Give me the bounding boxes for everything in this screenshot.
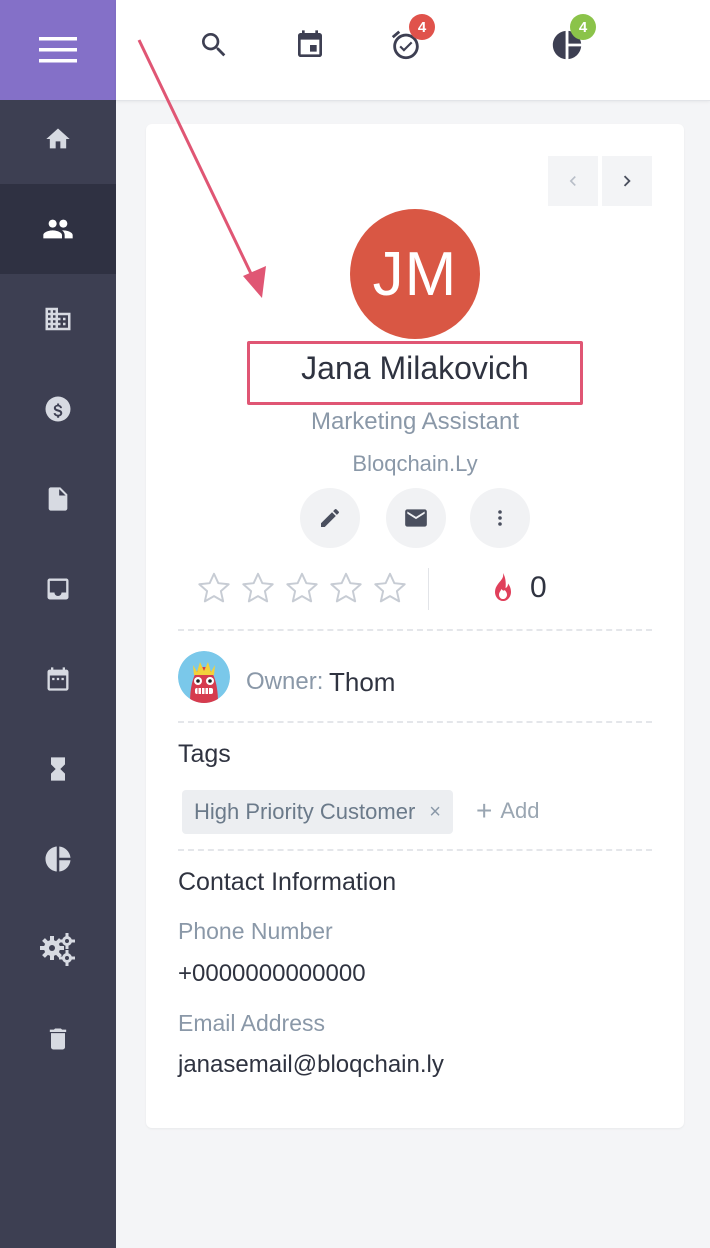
edit-contact-button[interactable] <box>300 488 360 548</box>
tags-heading: Tags <box>178 740 231 768</box>
name-highlight-box <box>247 341 583 405</box>
sidebar-item-documents[interactable] <box>0 454 116 544</box>
divider <box>178 849 652 851</box>
email-contact-button[interactable] <box>386 488 446 548</box>
star-rating[interactable] <box>196 570 408 606</box>
hamburger-icon <box>39 37 77 63</box>
search-button[interactable] <box>191 22 237 68</box>
star-icon[interactable] <box>328 570 364 606</box>
contact-company[interactable]: Bloqchain.Ly <box>146 451 684 477</box>
next-contact-button[interactable] <box>602 156 652 206</box>
calendar-icon <box>47 667 69 691</box>
divider <box>178 721 652 723</box>
sidebar-item-home[interactable] <box>0 94 116 184</box>
building-icon <box>45 307 71 331</box>
divider <box>178 629 652 631</box>
email-value[interactable]: janasemail@bloqchain.ly <box>178 1051 444 1079</box>
contact-job-title: Marketing Assistant <box>310 408 520 435</box>
phone-value[interactable]: +0000000000000 <box>178 960 366 988</box>
hamburger-menu-button[interactable] <box>0 0 116 100</box>
sidebar-item-trash[interactable] <box>0 994 116 1084</box>
tasks-badge: 4 <box>409 14 435 40</box>
hotness-value: 0 <box>530 571 547 604</box>
people-icon <box>43 219 73 239</box>
sidebar-item-deals[interactable] <box>0 364 116 454</box>
sidebar-item-calendar[interactable] <box>0 634 116 724</box>
hotness-fire-icon <box>490 572 516 607</box>
phone-label: Phone Number <box>178 918 333 944</box>
search-icon <box>202 33 226 57</box>
owner-label: Owner: <box>246 668 324 695</box>
contact-avatar: JM <box>350 209 480 339</box>
owner-avatar <box>178 651 230 703</box>
kebab-menu-icon <box>498 510 502 526</box>
chevron-right-icon <box>623 175 631 187</box>
dollar-icon <box>45 396 71 422</box>
trash-icon <box>49 1028 67 1050</box>
rating-separator <box>428 568 429 610</box>
sidebar-item-contacts[interactable] <box>0 184 116 274</box>
add-tag-label: Add <box>500 798 540 823</box>
sidebar-item-settings[interactable] <box>0 904 116 994</box>
tag-remove-icon[interactable]: × <box>429 801 441 824</box>
more-options-button[interactable] <box>470 488 530 548</box>
inbox-icon <box>47 578 69 600</box>
pencil-icon <box>321 508 340 527</box>
reports-badge: 4 <box>570 14 596 40</box>
reports-button[interactable]: 4 <box>544 14 596 68</box>
star-icon[interactable] <box>284 570 320 606</box>
sidebar-item-reports[interactable] <box>0 814 116 904</box>
calendar-button[interactable] <box>287 22 333 68</box>
star-icon[interactable] <box>372 570 408 606</box>
pie-chart-icon <box>45 846 71 872</box>
contact-card: JM Jana Milakovich Marketing Assistant B… <box>146 124 684 1128</box>
email-label: Email Address <box>178 1010 326 1036</box>
sidebar-item-companies[interactable] <box>0 274 116 364</box>
star-icon[interactable] <box>240 570 276 606</box>
previous-contact-button[interactable] <box>548 156 598 206</box>
sidebar <box>0 0 116 1248</box>
tag-label: High Priority Customer <box>194 799 416 824</box>
calendar-event-icon <box>298 30 322 57</box>
star-icon[interactable] <box>196 570 232 606</box>
home-icon <box>46 128 70 149</box>
envelope-icon <box>405 509 427 527</box>
add-tag-button[interactable]: + Add <box>476 795 540 826</box>
tasks-button[interactable]: 4 <box>383 14 435 68</box>
contact-info-heading: Contact Information <box>178 868 397 896</box>
top-bar: 4 4 <box>116 0 710 101</box>
tag-chip: High Priority Customer × <box>182 790 453 834</box>
chevron-left-icon <box>569 176 576 186</box>
sidebar-item-timesheets[interactable] <box>0 724 116 814</box>
document-icon <box>48 487 68 511</box>
hourglass-icon <box>51 757 65 781</box>
plus-icon: + <box>476 795 493 826</box>
owner-name[interactable]: Thom <box>329 667 395 698</box>
gears-icon <box>40 933 75 966</box>
sidebar-item-inbox[interactable] <box>0 544 116 634</box>
